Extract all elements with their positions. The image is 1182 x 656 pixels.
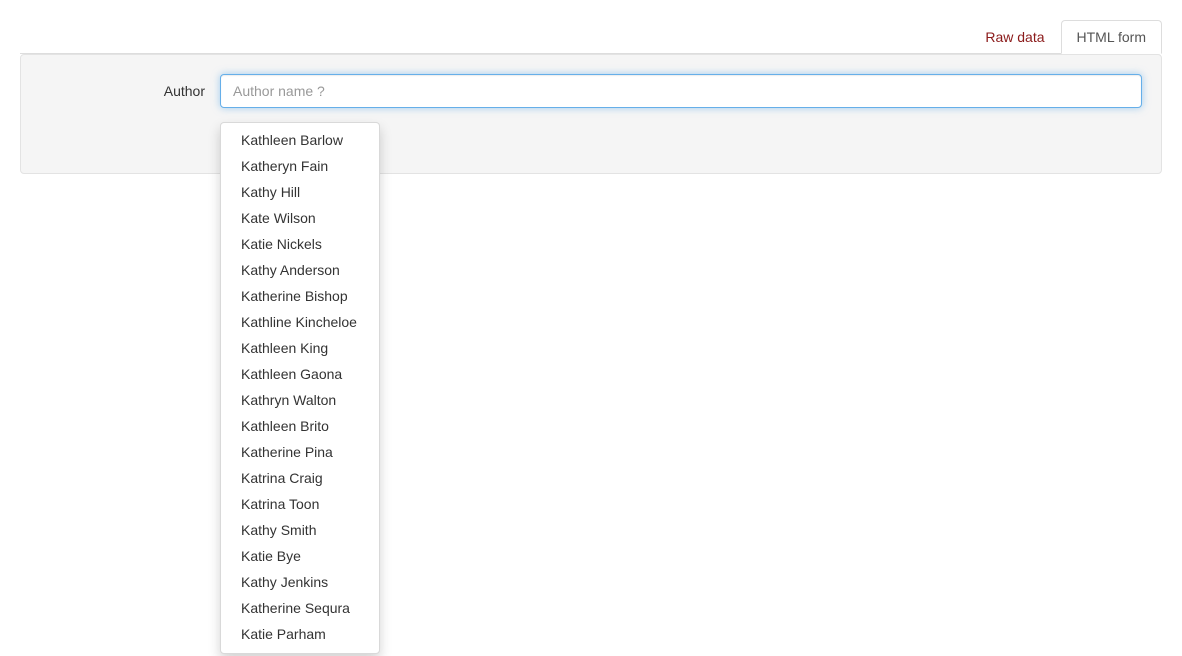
- dropdown-item[interactable]: Kathy Jenkins: [221, 570, 379, 596]
- dropdown-item[interactable]: Kathy Anderson: [221, 258, 379, 284]
- dropdown-item[interactable]: Kathleen Brito: [221, 414, 379, 440]
- dropdown-item[interactable]: Katheryn Fain: [221, 154, 379, 180]
- author-autocomplete-dropdown: Kathleen Barlow Katheryn Fain Kathy Hill…: [220, 122, 380, 654]
- dropdown-item[interactable]: Kathleen Barlow: [221, 128, 379, 154]
- dropdown-item[interactable]: Kathy Smith: [221, 518, 379, 544]
- tab-raw-data[interactable]: Raw data: [969, 20, 1060, 54]
- dropdown-item[interactable]: Kate Wilson: [221, 206, 379, 232]
- author-input[interactable]: [220, 74, 1142, 108]
- dropdown-item[interactable]: Katie Parham: [221, 622, 379, 648]
- tab-html-form[interactable]: HTML form: [1061, 20, 1162, 54]
- form-panel: Author Kathleen Barlow Katheryn Fain Kat…: [20, 54, 1162, 174]
- dropdown-item[interactable]: Katherine Pina: [221, 440, 379, 466]
- form-row-author: Author: [40, 74, 1142, 108]
- dropdown-item[interactable]: Kathy Hill: [221, 180, 379, 206]
- dropdown-item[interactable]: Kathline Kincheloe: [221, 310, 379, 336]
- dropdown-item[interactable]: Katie Nickels: [221, 232, 379, 258]
- tabs-bar: Raw data HTML form: [20, 20, 1162, 54]
- author-label: Author: [40, 83, 220, 99]
- dropdown-item[interactable]: Kathleen Gaona: [221, 362, 379, 388]
- dropdown-item[interactable]: Katrina Craig: [221, 466, 379, 492]
- dropdown-item[interactable]: Katrina Toon: [221, 492, 379, 518]
- dropdown-item[interactable]: Katie Bye: [221, 544, 379, 570]
- dropdown-item[interactable]: Kathryn Walton: [221, 388, 379, 414]
- dropdown-item[interactable]: Katherine Sequra: [221, 596, 379, 622]
- dropdown-item[interactable]: Katherine Bishop: [221, 284, 379, 310]
- dropdown-item[interactable]: Kathleen King: [221, 336, 379, 362]
